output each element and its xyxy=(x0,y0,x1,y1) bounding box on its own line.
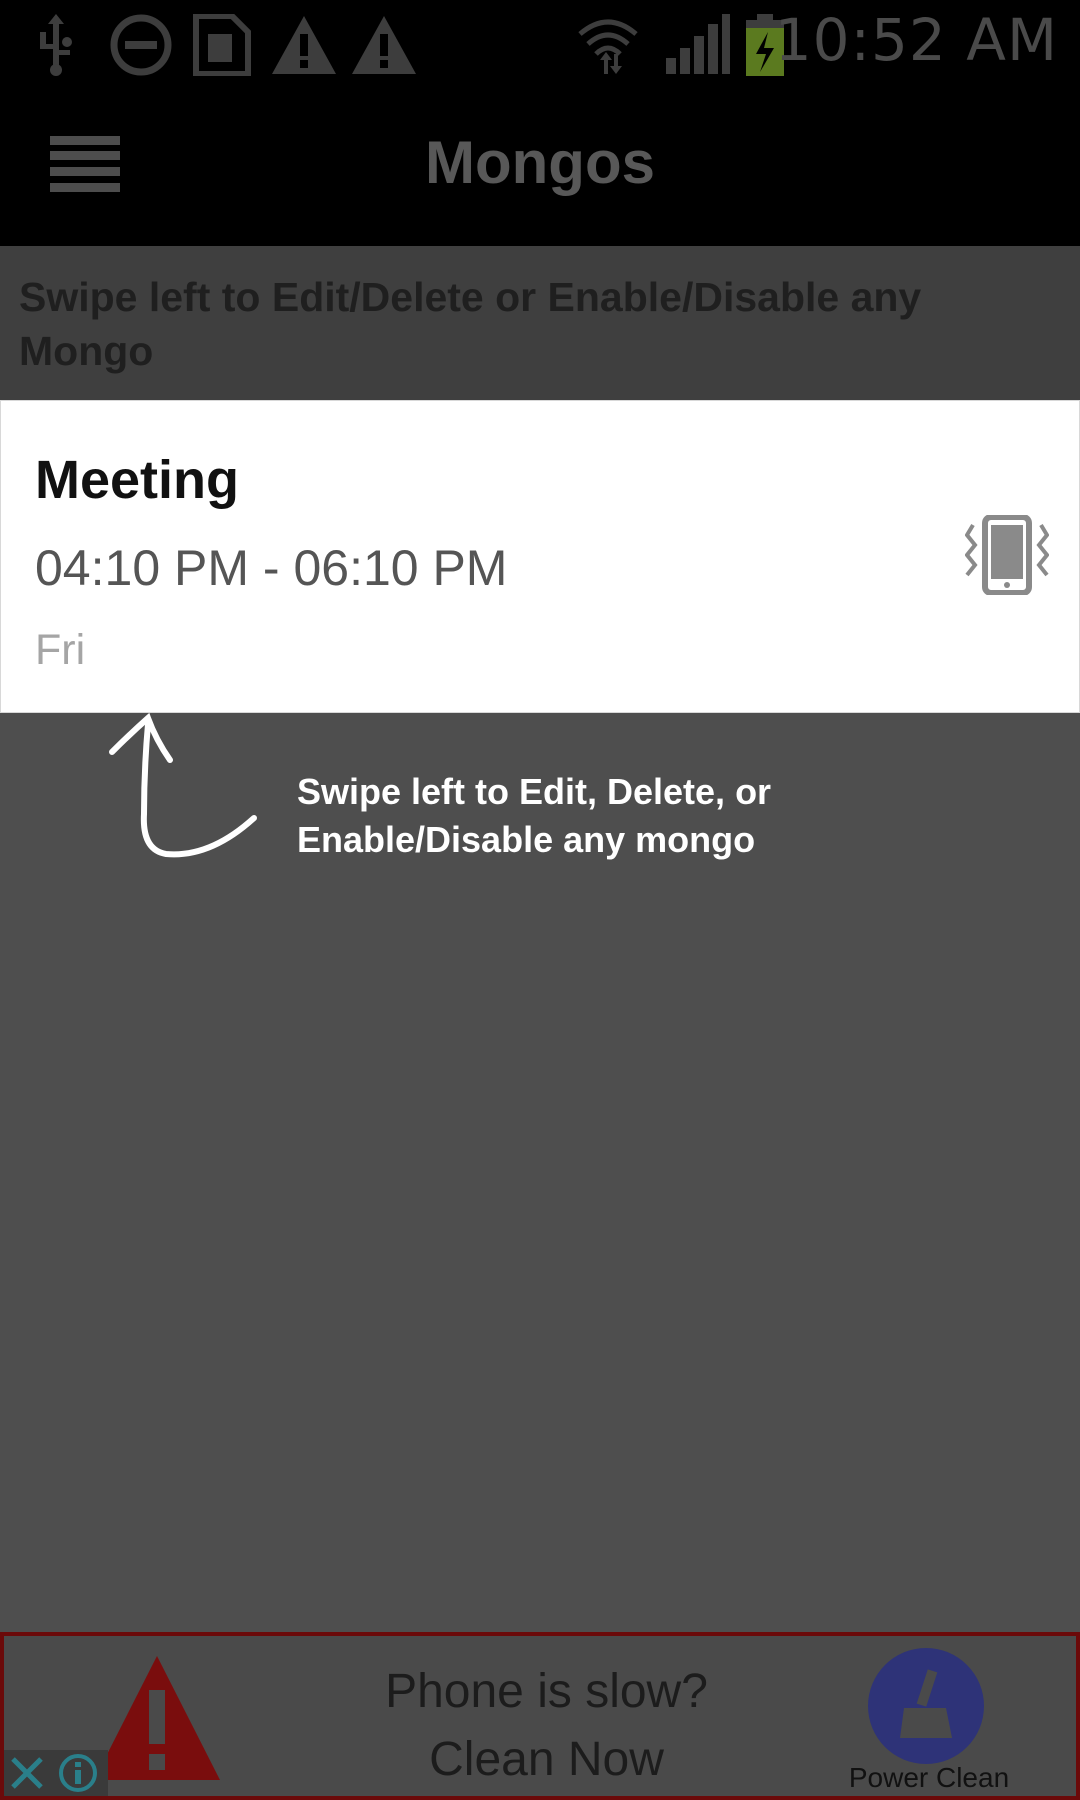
app-bar: Mongos xyxy=(0,88,1080,246)
hand-drawn-arrow-icon xyxy=(109,712,257,858)
status-time: 10:52 AM xyxy=(774,6,1058,74)
ad-line-1: Phone is slow? xyxy=(385,1665,708,1718)
annotation-text: Swipe left to Edit, Delete, or Enable/Di… xyxy=(297,771,772,860)
signal-icon xyxy=(666,14,730,74)
broom-icon xyxy=(900,1669,952,1738)
do-not-disturb-icon xyxy=(110,14,172,76)
warning-icon xyxy=(272,16,336,74)
list-item[interactable]: Meeting 04:10 PM - 06:10 PM Fri xyxy=(0,400,1080,713)
power-clean-button[interactable] xyxy=(868,1648,984,1764)
ad-line-2: Clean Now xyxy=(429,1733,664,1786)
ad-banner[interactable]: Phone is slow? Clean Now Power Clean xyxy=(0,1632,1080,1800)
close-icon[interactable] xyxy=(8,1754,46,1792)
warning-icon xyxy=(352,16,416,74)
warning-icon xyxy=(94,1656,220,1780)
ad-controls xyxy=(4,1750,108,1796)
mongo-title: Meeting xyxy=(35,450,240,510)
usb-icon xyxy=(40,14,72,76)
wifi-icon xyxy=(578,19,638,74)
mongo-days: Fri xyxy=(35,626,86,674)
page-title: Mongos xyxy=(425,129,655,196)
hint-banner: Swipe left to Edit/Delete or Enable/Disa… xyxy=(0,246,1080,400)
sim-card-icon xyxy=(193,14,251,76)
vibrate-phone-icon xyxy=(965,515,1049,595)
mongo-time-range: 04:10 PM - 06:10 PM xyxy=(35,540,508,596)
info-icon[interactable] xyxy=(58,1753,98,1793)
ad-text: Phone is slow? Clean Now xyxy=(304,1658,789,1794)
status-bar: 10:52 AM xyxy=(0,0,1080,88)
hint-text: Swipe left to Edit/Delete or Enable/Disa… xyxy=(19,274,922,374)
power-clean-label: Power Clean xyxy=(848,1762,1010,1793)
